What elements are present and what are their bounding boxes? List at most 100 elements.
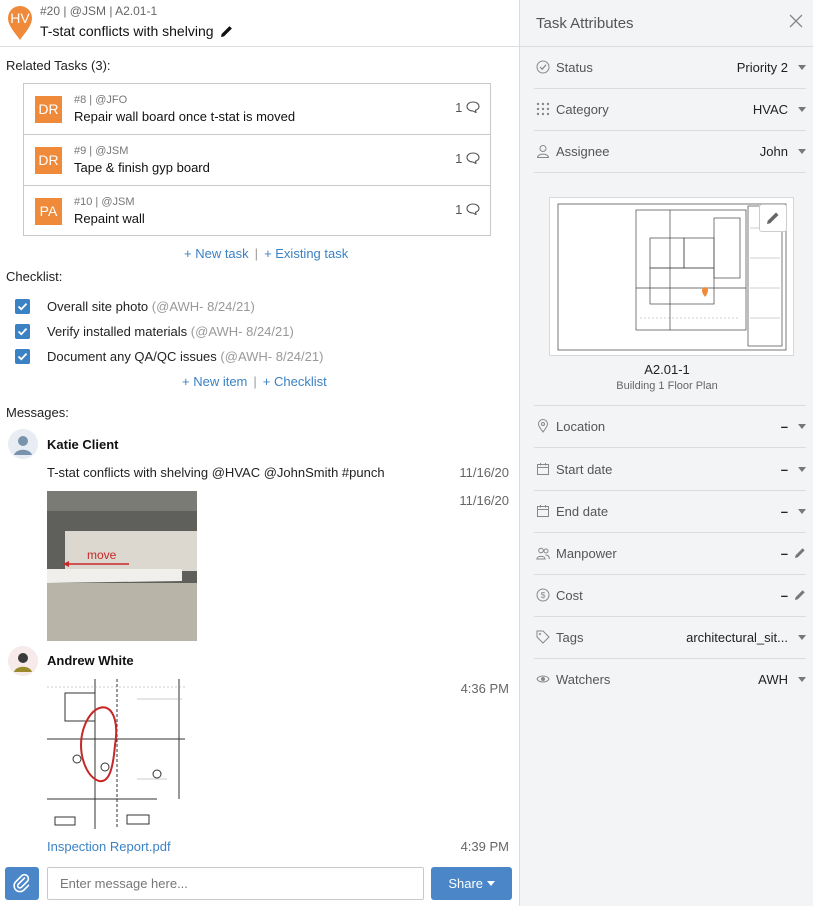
attr-start-date[interactable]: Start date – (534, 449, 806, 491)
floor-plan-thumbnail-image (557, 203, 787, 351)
checklist-item-text: Overall site photo (47, 299, 149, 314)
calendar-icon (537, 505, 549, 517)
task-actions: + New task | + Existing task (184, 246, 348, 261)
svg-text:$: $ (541, 590, 546, 600)
related-task-row[interactable]: PA #10 | @JSM Repaint wall 1 (24, 186, 490, 237)
panel-title: Task Attributes (536, 15, 634, 32)
attr-label: Location (556, 419, 606, 434)
task-attributes-panel: Task Attributes Status Priority 2 Catego… (519, 0, 813, 906)
checkbox-checked-icon[interactable] (15, 324, 30, 339)
user-icon (536, 145, 550, 158)
message-photo[interactable]: move (47, 491, 197, 641)
users-icon (536, 547, 550, 560)
tag-icon (536, 630, 550, 644)
dollar-circle-icon: $ (536, 588, 550, 602)
attr-end-date[interactable]: End date – (534, 491, 806, 533)
new-task-link[interactable]: + New task (184, 246, 249, 261)
eye-icon (536, 675, 550, 683)
attr-value: – (780, 546, 788, 561)
caret-down-icon (798, 424, 806, 429)
comment-bubble-icon (466, 152, 480, 165)
task-row-name: Tape & finish gyp board (74, 160, 210, 175)
edit-pencil-icon[interactable] (794, 589, 806, 601)
attr-tags[interactable]: Tags architectural_sit... (534, 617, 806, 659)
existing-task-link[interactable]: + Existing task (264, 246, 348, 261)
sheet-name: A2.01-1 (644, 362, 690, 377)
task-row-name: Repair wall board once t-stat is moved (74, 109, 296, 124)
task-avatar: DR (35, 147, 62, 174)
checklist-actions: + New item | + Checklist (182, 374, 327, 389)
attr-label: Manpower (556, 546, 617, 561)
attr-label: Tags (556, 630, 584, 645)
attr-label: End date (556, 504, 609, 519)
messages-label: Messages: (6, 405, 69, 420)
avatar (8, 429, 38, 459)
comment-count[interactable]: 1 (455, 151, 480, 166)
grid-dots-icon (536, 102, 550, 116)
share-button[interactable]: Share (431, 867, 512, 900)
attr-category[interactable]: Category HVAC (534, 89, 806, 131)
close-icon[interactable] (789, 14, 803, 28)
attachment-link[interactable]: Inspection Report.pdf (47, 839, 171, 854)
attr-assignee[interactable]: Assignee John (534, 131, 806, 173)
task-avatar: DR (35, 96, 62, 123)
related-task-row[interactable]: DR #8 | @JFO Repair wall board once t-st… (24, 84, 490, 135)
comment-count-value: 1 (455, 100, 463, 115)
edit-pencil-icon[interactable] (220, 25, 233, 38)
caret-down-icon (486, 881, 495, 886)
paperclip-icon (13, 873, 30, 893)
new-item-link[interactable]: + New item (182, 374, 247, 389)
message-input[interactable] (47, 867, 424, 900)
sheet-subtitle: Building 1 Floor Plan (616, 380, 718, 392)
task-title[interactable]: T-stat conflicts with shelving (40, 23, 233, 39)
separator: | (253, 374, 257, 389)
checklist-item-text: Verify installed materials (47, 324, 188, 339)
map-pin-icon (537, 419, 549, 433)
comment-bubble-icon (466, 203, 480, 216)
attr-value: AWH (758, 672, 788, 687)
comment-count[interactable]: 1 (455, 202, 480, 217)
sheet-thumbnail[interactable] (549, 197, 794, 356)
checklist-item-by: (@AWH- 8/24/21) (151, 299, 255, 314)
separator: | (254, 246, 259, 261)
related-tasks-label: Related Tasks (3): (6, 58, 111, 73)
task-row-name: Repaint wall (74, 211, 145, 226)
task-row-meta: #9 | @JSM (74, 145, 129, 157)
related-tasks-list: DR #8 | @JFO Repair wall board once t-st… (23, 83, 491, 236)
attr-value: John (759, 144, 788, 159)
message-time: 4:36 PM (460, 681, 509, 696)
attr-label: Assignee (556, 144, 610, 159)
attr-watchers[interactable]: Watchers AWH (534, 659, 806, 701)
site-photo-image: move (47, 491, 197, 641)
task-header: HV #20 | @JSM | A2.01-1 T-stat conflicts… (0, 0, 519, 47)
comment-count[interactable]: 1 (455, 100, 480, 115)
edit-pencil-icon[interactable] (794, 547, 806, 559)
attr-manpower[interactable]: Manpower – (534, 533, 806, 575)
attr-location[interactable]: Location – (534, 406, 806, 448)
attr-label: Status (556, 60, 593, 75)
related-task-row[interactable]: DR #9 | @JSM Tape & finish gyp board 1 (24, 135, 490, 186)
attr-cost[interactable]: $ Cost – (534, 575, 806, 617)
attach-button[interactable] (5, 867, 39, 900)
photo-annotation: move (87, 548, 117, 562)
message-plan-markup[interactable] (47, 679, 185, 829)
attr-label: Start date (556, 462, 613, 477)
checkbox-checked-icon[interactable] (15, 349, 30, 364)
add-checklist-link[interactable]: + Checklist (263, 374, 327, 389)
comment-bubble-icon (466, 101, 480, 114)
attr-status[interactable]: Status Priority 2 (534, 47, 806, 89)
check-circle-icon (536, 60, 550, 74)
message-time: 11/16/20 (459, 465, 509, 480)
caret-down-icon (798, 65, 806, 70)
calendar-icon (537, 463, 549, 475)
caret-down-icon (798, 677, 806, 682)
caret-down-icon (798, 467, 806, 472)
attr-value: HVAC (752, 102, 788, 117)
message-text: T-stat conflicts with shelving @HVAC @Jo… (47, 465, 385, 480)
edit-sheet-button[interactable] (759, 204, 787, 232)
checkbox-checked-icon[interactable] (15, 299, 30, 314)
attr-value: Priority 2 (736, 60, 788, 75)
caret-down-icon (798, 107, 806, 112)
attr-value: – (780, 588, 788, 603)
message-author: Andrew White (47, 653, 134, 668)
